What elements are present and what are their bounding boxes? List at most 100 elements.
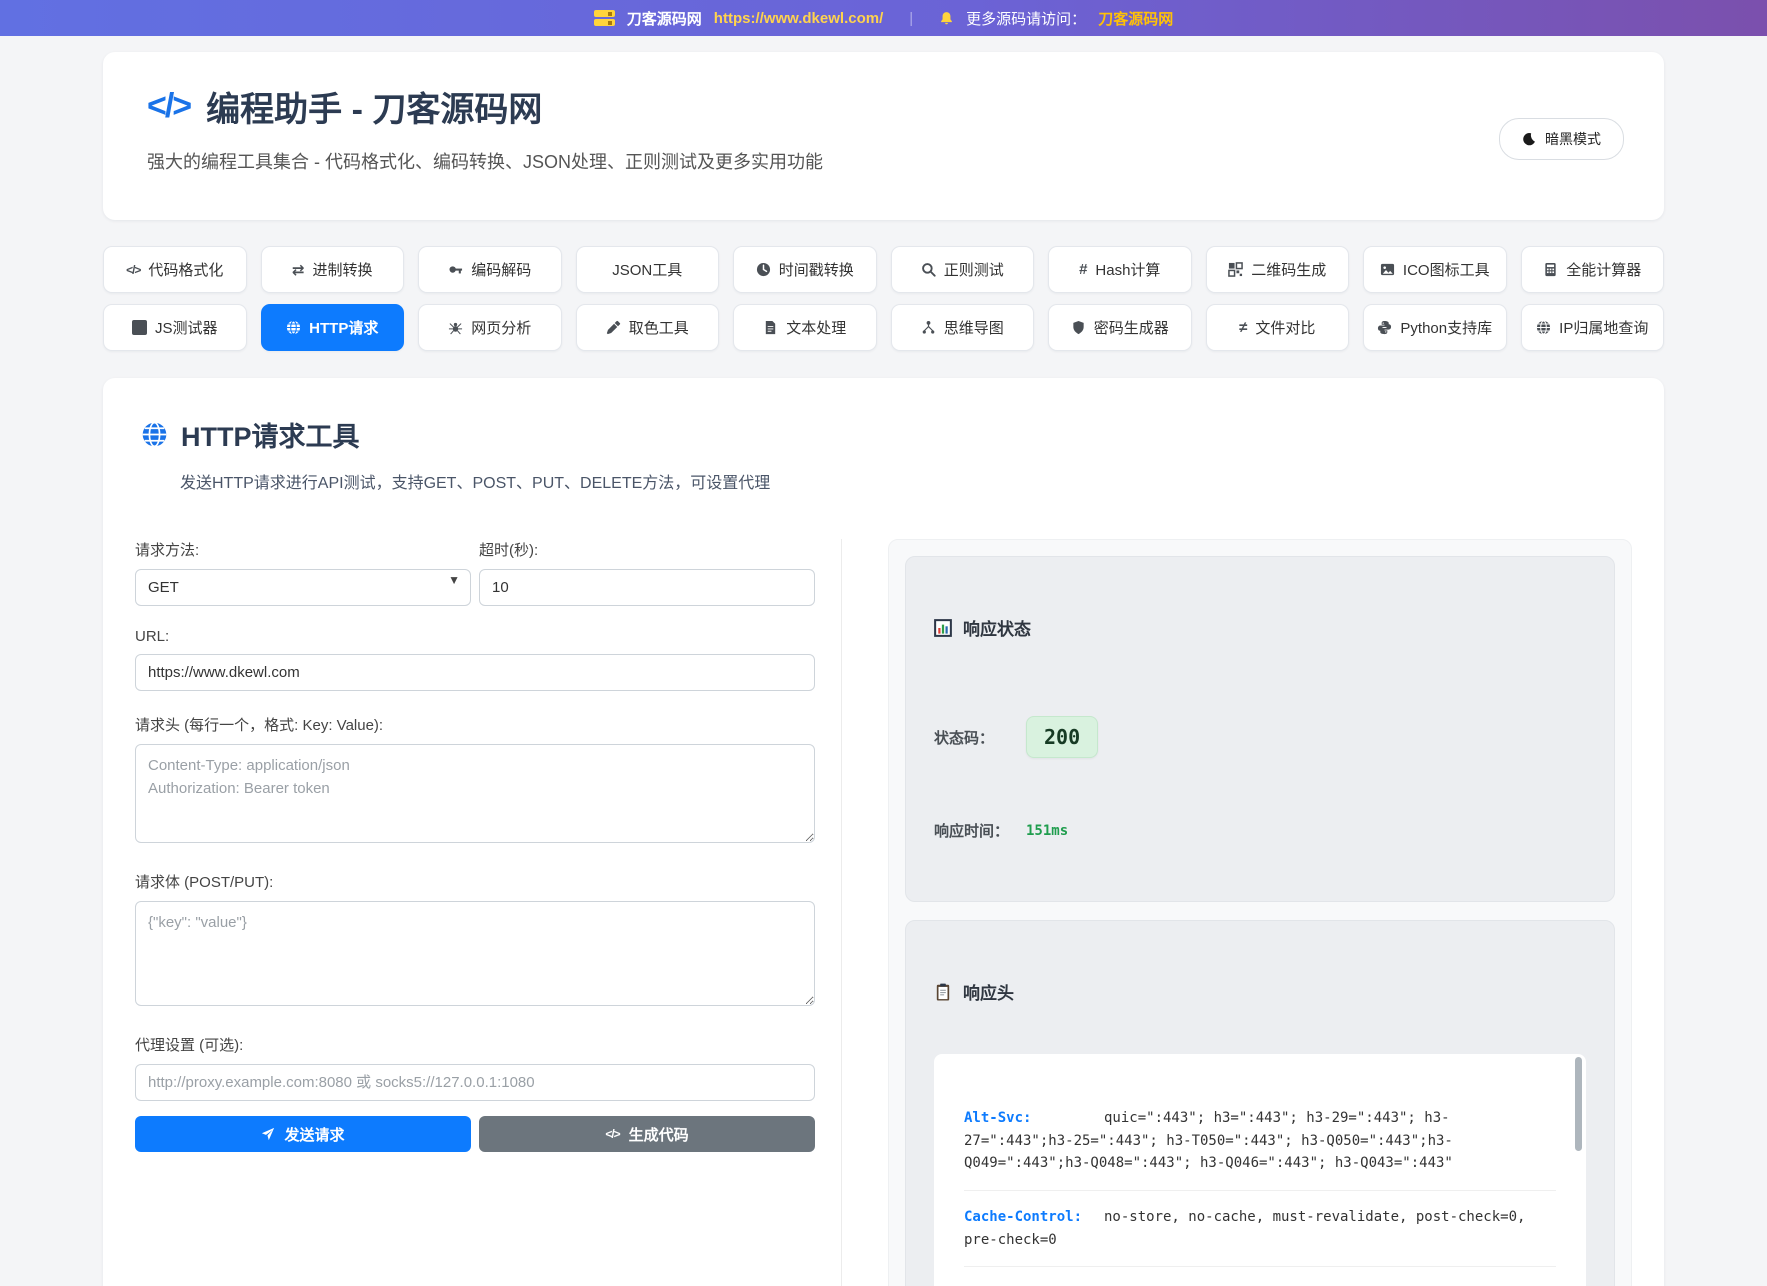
body-label: 请求体 (POST/PUT):: [135, 871, 815, 892]
request-headers-textarea[interactable]: [135, 744, 815, 843]
js-icon: JS: [132, 320, 147, 335]
response-headers-card: 响应头 Alt-Svc:quic=":443"; h3=":443"; h3-2…: [905, 920, 1615, 1286]
shield-icon: [1071, 320, 1086, 335]
response-panel: 响应状态 状态码： 200 响应时间： 151ms: [842, 539, 1632, 1286]
topbar: 刀客源码网 https://www.dkewl.com/ | 更多源码请访问： …: [0, 0, 1767, 36]
tool-tabs-row-2: JS JS测试器 HTTP请求 网页分析 取色工具 文本处理 思维导图 密码生成…: [103, 304, 1664, 351]
proxy-input[interactable]: [135, 1064, 815, 1101]
globe-icon: [141, 421, 168, 448]
tab-label: 二维码生成: [1251, 259, 1326, 280]
spider-icon: [448, 320, 463, 335]
tab-json-tools[interactable]: JSON工具: [576, 246, 720, 293]
tab-base-convert[interactable]: ⇄ 进制转换: [261, 246, 405, 293]
tool-subtitle: 发送HTTP请求进行API测试，支持GET、POST、PUT、DELETE方法，…: [135, 469, 1632, 493]
generate-code-label: 生成代码: [629, 1124, 689, 1145]
timeout-input[interactable]: [479, 569, 815, 606]
headers-label: 请求头 (每行一个，格式: Key: Value):: [135, 714, 815, 735]
method-label: 请求方法:: [135, 539, 471, 560]
coins-icon: [594, 8, 615, 28]
topbar-divider: |: [909, 10, 913, 27]
globe-icon: [286, 320, 301, 335]
tab-label: 文本处理: [786, 317, 846, 338]
send-request-label: 发送请求: [284, 1124, 344, 1145]
tab-label: 编码解码: [471, 259, 531, 280]
swap-icon: ⇄: [292, 261, 305, 279]
proxy-label: 代理设置 (可选):: [135, 1034, 815, 1055]
tab-label: HTTP请求: [309, 317, 378, 338]
image-icon: [1380, 262, 1395, 277]
tab-calculator[interactable]: 全能计算器: [1521, 246, 1665, 293]
request-body-textarea[interactable]: [135, 901, 815, 1006]
tab-label: 网页分析: [471, 317, 531, 338]
header-row-cache-control: Cache-Control:no-store, no-cache, must-r…: [964, 1191, 1556, 1267]
chevron-down-icon: ▼: [448, 573, 460, 587]
tab-regex-test[interactable]: 正则测试: [891, 246, 1035, 293]
tab-python-lib[interactable]: Python支持库: [1363, 304, 1507, 351]
moon-icon: [1522, 132, 1536, 146]
tab-label: 取色工具: [629, 317, 689, 338]
dark-mode-button[interactable]: 暗黑模式: [1499, 118, 1624, 160]
tab-label: IP归属地查询: [1559, 317, 1648, 338]
tab-label: 代码格式化: [148, 259, 223, 280]
tab-file-diff[interactable]: ≠ 文件对比: [1206, 304, 1350, 351]
tab-password-gen[interactable]: 密码生成器: [1048, 304, 1192, 351]
tool-tabs-row-1: </> 代码格式化 ⇄ 进制转换 编码解码 JSON工具 时间戳转换 正则测试 …: [103, 246, 1664, 293]
tab-web-analyze[interactable]: 网页分析: [418, 304, 562, 351]
timeout-label: 超时(秒):: [479, 539, 815, 560]
tab-ico-tool[interactable]: ICO图标工具: [1363, 246, 1507, 293]
tab-label: JS测试器: [155, 317, 218, 338]
topbar-site-link[interactable]: https://www.dkewl.com/: [714, 10, 883, 27]
tab-code-format[interactable]: </> 代码格式化: [103, 246, 247, 293]
tab-label: 文件对比: [1255, 317, 1315, 338]
tab-encode-decode[interactable]: 编码解码: [418, 246, 562, 293]
tab-mindmap[interactable]: 思维导图: [891, 304, 1035, 351]
qr-icon: [1228, 262, 1243, 277]
tab-label: 进制转换: [313, 259, 373, 280]
tab-label: JSON工具: [612, 259, 682, 280]
hash-icon: #: [1079, 261, 1087, 278]
clock-icon: [756, 262, 771, 277]
url-input[interactable]: [135, 654, 815, 691]
send-request-button[interactable]: 发送请求: [135, 1116, 471, 1152]
tab-js-tester[interactable]: JS JS测试器: [103, 304, 247, 351]
page-subtitle: 强大的编程工具集合 - 代码格式化、编码转换、JSON处理、正则测试及更多实用功…: [147, 148, 1620, 174]
request-form: 请求方法: GET ▼ 超时(秒): URL:: [135, 539, 842, 1286]
header-name: Cache-Control:: [964, 1206, 1104, 1229]
mindmap-icon: [921, 320, 936, 335]
bell-icon: [939, 11, 954, 26]
topbar-notice-link[interactable]: 刀客源码网: [1098, 8, 1173, 29]
eyedropper-icon: [606, 320, 621, 335]
code-icon: </>: [605, 1127, 619, 1141]
bar-chart-icon: [934, 619, 952, 637]
dark-mode-label: 暗黑模式: [1545, 129, 1601, 149]
response-status-title: 响应状态: [963, 615, 1031, 640]
response-time-value: 151ms: [1026, 823, 1068, 839]
not-equal-icon: ≠: [1239, 319, 1247, 336]
tab-label: 时间戳转换: [779, 259, 854, 280]
header-card: </> 编程助手 - 刀客源码网 强大的编程工具集合 - 代码格式化、编码转换、…: [103, 52, 1664, 220]
tab-color-picker[interactable]: 取色工具: [576, 304, 720, 351]
document-icon: [763, 320, 778, 335]
paper-plane-icon: [261, 1127, 275, 1141]
generate-code-button[interactable]: </> 生成代码: [479, 1116, 815, 1152]
tab-http-request[interactable]: HTTP请求: [261, 304, 405, 351]
scrollbar-thumb[interactable]: [1575, 1057, 1582, 1151]
code-icon: </>: [147, 87, 190, 126]
tab-text-process[interactable]: 文本处理: [733, 304, 877, 351]
response-status-card: 响应状态 状态码： 200 响应时间： 151ms: [905, 556, 1615, 902]
globe-icon: [1536, 320, 1551, 335]
tab-ip-lookup[interactable]: IP归属地查询: [1521, 304, 1665, 351]
method-select[interactable]: GET ▼: [135, 569, 471, 606]
topbar-notice: 更多源码请访问：: [966, 8, 1086, 29]
response-time-label: 响应时间：: [934, 820, 1026, 841]
url-label: URL:: [135, 628, 815, 645]
tab-qrcode[interactable]: 二维码生成: [1206, 246, 1350, 293]
tab-label: 全能计算器: [1566, 259, 1641, 280]
http-tool-card: HTTP请求工具 发送HTTP请求进行API测试，支持GET、POST、PUT、…: [103, 378, 1664, 1286]
tab-label: 思维导图: [944, 317, 1004, 338]
method-value: GET: [148, 579, 179, 596]
key-icon: [448, 262, 463, 277]
code-icon: </>: [126, 263, 140, 277]
tab-hash-calc[interactable]: # Hash计算: [1048, 246, 1192, 293]
tab-timestamp[interactable]: 时间戳转换: [733, 246, 877, 293]
